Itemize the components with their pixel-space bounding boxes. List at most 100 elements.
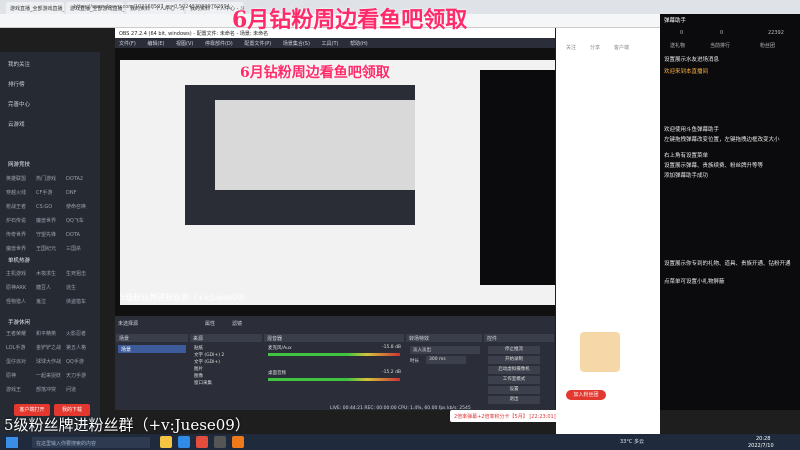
client-label[interactable]: 客户端 xyxy=(614,44,629,51)
game-category-link[interactable]: 糖豆人 xyxy=(36,284,66,291)
game-category-link[interactable]: 逃生 xyxy=(66,284,96,291)
chat-tab[interactable]: 当前排行 xyxy=(710,42,730,49)
sidebar-hot-games: 英雄联盟 热门游戏 DOTA2 穿越火线 CF手游 DNF 枪战王者 CS:GO 使命召唤炉石传… xyxy=(6,175,98,259)
game-category-link[interactable]: 木筏求生 xyxy=(36,270,66,277)
game-category-link[interactable]: 魔兽世界 xyxy=(6,245,36,252)
source-item[interactable]: 图片 xyxy=(194,366,260,373)
chat-tab[interactable]: 送礼物 xyxy=(670,42,685,49)
game-category-link[interactable]: CS:GO xyxy=(36,204,66,210)
menu-profile[interactable]: 配置文件(P) xyxy=(244,41,271,47)
browser-tab[interactable]: 游戏直播_全部游戏直播_斗鱼... xyxy=(6,2,64,14)
promo-banner[interactable]: 2倍率弹幕+2倍率积分卡【5月】 [22:23:01] xyxy=(450,410,580,422)
game-category-link[interactable]: 王国纪元 xyxy=(36,245,66,252)
game-category-link[interactable]: 枪战王者 xyxy=(6,203,36,210)
game-category-link[interactable]: 第五人格 xyxy=(66,344,96,351)
game-category-link[interactable]: 热门游戏 xyxy=(36,175,66,182)
filters-button[interactable]: 滤镜 xyxy=(232,320,242,327)
share-label[interactable]: 分享 xyxy=(590,44,600,51)
game-category-link[interactable]: 三国杀 xyxy=(66,245,96,252)
exit-button[interactable]: 退出 xyxy=(488,396,540,404)
source-item[interactable]: 文字 (GDI+) xyxy=(194,359,260,366)
game-category-link[interactable]: DNF xyxy=(66,190,96,196)
game-category-link[interactable]: 金铲铲之战 xyxy=(36,344,66,351)
chat-tab[interactable]: 粉丝团 xyxy=(760,42,775,49)
chat-header: 弹幕助手 xyxy=(664,18,687,24)
game-category-link[interactable]: 蛋仔派对 xyxy=(6,358,36,365)
game-category-link[interactable]: 火影忍者 xyxy=(66,330,96,337)
game-category-link[interactable]: 英雄联盟 xyxy=(6,175,36,182)
game-category-link[interactable]: 传奇世界 xyxy=(6,231,36,238)
game-category-link[interactable]: LOL手游 xyxy=(6,344,36,351)
game-category-link[interactable]: DOTA2 xyxy=(66,176,96,182)
no-source-label: 未选择源 xyxy=(118,321,139,327)
sidebar-item-rank[interactable]: 排行榜 xyxy=(8,80,98,92)
game-category-link[interactable]: DOTA xyxy=(66,232,96,238)
source-item[interactable]: 贴纸 xyxy=(194,345,260,352)
game-category-link[interactable]: 王者荣耀 xyxy=(6,330,36,337)
join-fan-group-button[interactable]: 加入粉丝团 xyxy=(566,390,606,400)
source-item[interactable]: 图像 xyxy=(194,373,260,380)
game-category-link[interactable]: 炉石传说 xyxy=(6,217,36,224)
start-icon[interactable] xyxy=(6,437,18,448)
game-category-link[interactable]: 侠盗猎车 xyxy=(66,298,96,305)
game-category-link[interactable]: 球球大作战 xyxy=(36,358,66,365)
properties-button[interactable]: 属性 xyxy=(205,320,215,327)
game-category-link[interactable]: 鬼泣 xyxy=(36,298,66,305)
game-category-link[interactable]: CF手游 xyxy=(36,189,66,196)
edge-icon[interactable] xyxy=(178,436,190,448)
game-category-link[interactable]: 问道 xyxy=(66,386,96,393)
game-category-link[interactable]: 原神 xyxy=(6,372,36,379)
menu-tools[interactable]: 工具(T) xyxy=(322,41,339,47)
game-category-link[interactable]: 怪物猎人 xyxy=(6,298,36,305)
source-item[interactable]: 文字 (GDI+) 2 xyxy=(194,352,260,359)
game-category-link[interactable]: 主机游戏 xyxy=(6,270,36,277)
menu-edit[interactable]: 编辑(E) xyxy=(147,41,164,47)
menu-scene-collection[interactable]: 场景集合(S) xyxy=(283,41,310,47)
virtual-camera-button[interactable]: 启动虚拟摄像机 xyxy=(488,366,540,374)
settings-button[interactable]: 设置 xyxy=(488,386,540,394)
sidebar-item-follow[interactable]: 我的关注 xyxy=(8,60,98,72)
follow-label[interactable]: 关注 xyxy=(566,44,576,51)
game-category-link[interactable]: QQ手游 xyxy=(66,358,96,365)
chrome-icon[interactable] xyxy=(196,436,208,448)
game-category-link[interactable]: 原神ARK xyxy=(6,284,36,291)
game-category-link[interactable]: 部落冲突 xyxy=(36,386,66,393)
obs-icon[interactable] xyxy=(214,436,226,448)
studio-mode-button[interactable]: 工作室模式 xyxy=(488,376,540,384)
chat-message: 欢迎来到本直播间 xyxy=(664,69,709,75)
game-category-link[interactable]: 游戏王 xyxy=(6,386,36,393)
sidebar-item-cloud[interactable]: 云游戏 xyxy=(8,120,98,132)
sidebar-section-title: 手游休闲 xyxy=(8,320,31,326)
menu-docks[interactable]: 停靠部件(D) xyxy=(205,41,233,47)
sources-list: 贴纸 文字 (GDI+) 2 文字 (GDI+) 图片 图像 窗口采集 xyxy=(194,345,260,387)
stop-stream-button[interactable]: 停止推流 xyxy=(488,346,540,354)
sources-dock-header: 来源 xyxy=(190,334,262,342)
duration-input[interactable]: 300 ms xyxy=(426,356,466,364)
transitions-dock-header: 转场特效 xyxy=(406,334,482,342)
start-recording-button[interactable]: 开始录制 xyxy=(488,356,540,364)
game-category-link[interactable]: 穿越火线 xyxy=(6,189,36,196)
game-category-link[interactable]: 使命召唤 xyxy=(66,203,96,210)
chat-message: 添加弹幕助手成功 xyxy=(664,173,709,179)
game-category-link[interactable]: 和平精英 xyxy=(36,330,66,337)
game-category-link[interactable]: 生死狙击 xyxy=(66,270,96,277)
explorer-icon[interactable] xyxy=(160,436,172,448)
sidebar-section-title: 网游竞技 xyxy=(8,162,31,168)
game-category-link[interactable]: 天刀手游 xyxy=(66,372,96,379)
sidebar-item-center[interactable]: 完善中心 xyxy=(8,100,98,112)
scene-item[interactable]: 场景 xyxy=(118,345,186,353)
taskbar-search-input[interactable]: 在这里输入你要搜索的内容 xyxy=(32,437,150,448)
game-category-link[interactable]: QQ飞车 xyxy=(66,217,96,224)
menu-file[interactable]: 文件(F) xyxy=(119,41,136,47)
controls-list: 停止推流 开始录制 启动虚拟摄像机 工作室模式 设置 退出 xyxy=(488,346,540,406)
game-category-link[interactable]: 守望先锋 xyxy=(36,231,66,238)
source-item[interactable]: 窗口采集 xyxy=(194,380,260,387)
overlay-title-nested: 6月钻粉周边看鱼吧领取 xyxy=(240,65,390,81)
menu-help[interactable]: 帮助(H) xyxy=(350,41,368,47)
transition-select[interactable]: 淡入淡出 xyxy=(410,346,480,354)
game-category-link[interactable]: 一起来捉妖 xyxy=(36,372,66,379)
menu-view[interactable]: 视图(V) xyxy=(176,41,193,47)
douyu-icon[interactable] xyxy=(232,436,244,448)
game-category-link[interactable]: 魔兽世界 xyxy=(36,217,66,224)
obs-menu-bar: 文件(F) 编辑(E) 视图(V) 停靠部件(D) 配置文件(P) 场景集合(S… xyxy=(115,38,555,48)
